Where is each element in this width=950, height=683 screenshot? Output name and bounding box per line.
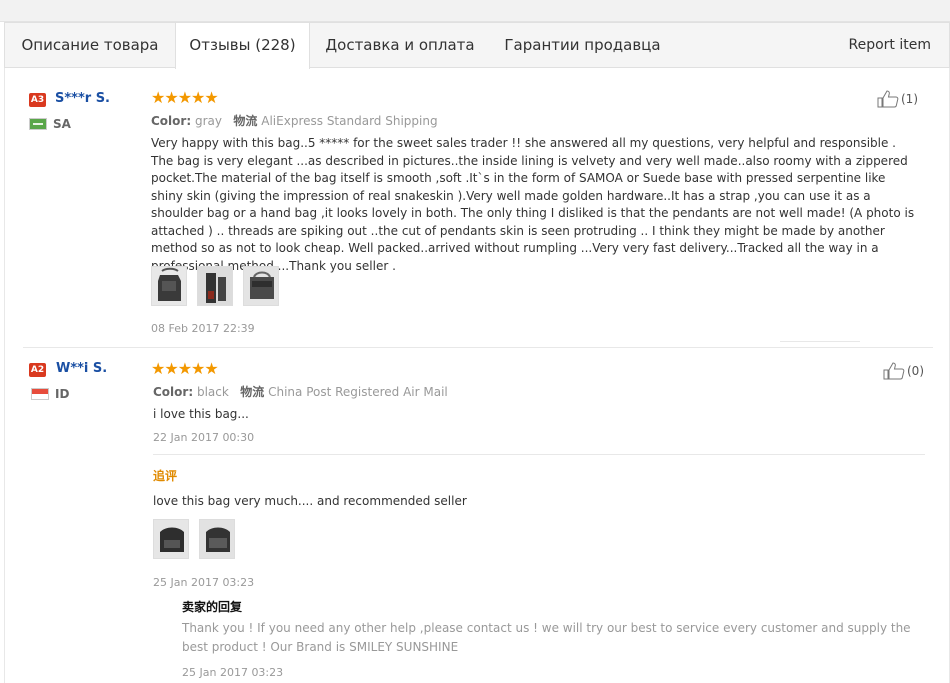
top-strip — [0, 0, 950, 22]
report-item-link[interactable]: Report item — [849, 23, 932, 68]
shipping-value: AliExpress Standard Shipping — [261, 114, 438, 128]
order-info: Color: black 物流 China Post Registered Ai… — [153, 383, 448, 400]
review-text: Very happy with this bag..5 ***** for th… — [151, 136, 915, 273]
shipping-value: China Post Registered Air Mail — [268, 385, 448, 399]
order-info: Color: gray 物流 AliExpress Standard Shipp… — [151, 112, 438, 129]
review-text: i love this bag... — [153, 407, 249, 421]
rating-stars: ★★★★★ — [151, 88, 219, 107]
buyer-name[interactable]: W**i S. — [56, 361, 107, 376]
country-flag-icon — [29, 118, 47, 130]
color-label: Color: — [151, 114, 192, 128]
like-count: (1) — [901, 92, 918, 106]
shipping-label: 物流 — [240, 385, 265, 399]
review-separator — [23, 347, 933, 348]
additional-review-date: 25 Jan 2017 03:23 — [153, 576, 255, 589]
additional-review-label: 追评 — [153, 469, 178, 483]
review-photo[interactable] — [199, 519, 235, 559]
divider — [780, 341, 860, 342]
additional-review-text: love this bag very much.... and recommen… — [153, 494, 467, 508]
tab-reviews[interactable]: Отзывы (228) — [175, 23, 310, 69]
tab-description[interactable]: Описание товара — [5, 23, 175, 68]
review-photo[interactable] — [243, 266, 279, 306]
thumbs-up-icon — [877, 90, 899, 108]
buyer-country: ID — [55, 387, 70, 401]
color-value: gray — [194, 114, 222, 128]
reviews-list: A3 S***r S. SA ★★★★★ Color: gray 物流 AliE… — [4, 68, 950, 683]
color-label: Color: — [153, 385, 194, 399]
buyer-name[interactable]: S***r S. — [55, 91, 110, 106]
buyer-country: SA — [53, 117, 71, 131]
review-date: 22 Jan 2017 00:30 — [153, 431, 255, 444]
review-photo[interactable] — [153, 519, 189, 559]
tab-shipping-payment[interactable]: Доставка и оплата — [310, 23, 490, 68]
review-photo[interactable] — [197, 266, 233, 306]
like-button[interactable]: (1) — [877, 90, 918, 108]
rating-stars: ★★★★★ — [151, 359, 219, 378]
like-button[interactable]: (0) — [883, 362, 924, 380]
buyer-level-badge: A2 — [29, 363, 46, 377]
shipping-label: 物流 — [233, 114, 258, 128]
thumbs-up-icon — [883, 362, 905, 380]
buyer-level-badge: A3 — [29, 93, 46, 107]
tab-seller-guarantees[interactable]: Гарантии продавца — [490, 23, 675, 68]
like-count: (0) — [907, 364, 924, 378]
country-flag-icon — [31, 388, 49, 400]
seller-reply-text: Thank you ! If you need any other help ,… — [182, 621, 911, 654]
seller-reply-title: 卖家的回复 — [182, 600, 243, 614]
review-date: 08 Feb 2017 22:39 — [151, 322, 255, 335]
additional-review-separator — [153, 454, 925, 455]
color-value: black — [196, 385, 229, 399]
review-photo[interactable] — [151, 266, 187, 306]
tab-bar: Описание товара Отзывы (228) Доставка и … — [4, 22, 950, 69]
seller-reply-date: 25 Jan 2017 03:23 — [182, 666, 284, 679]
